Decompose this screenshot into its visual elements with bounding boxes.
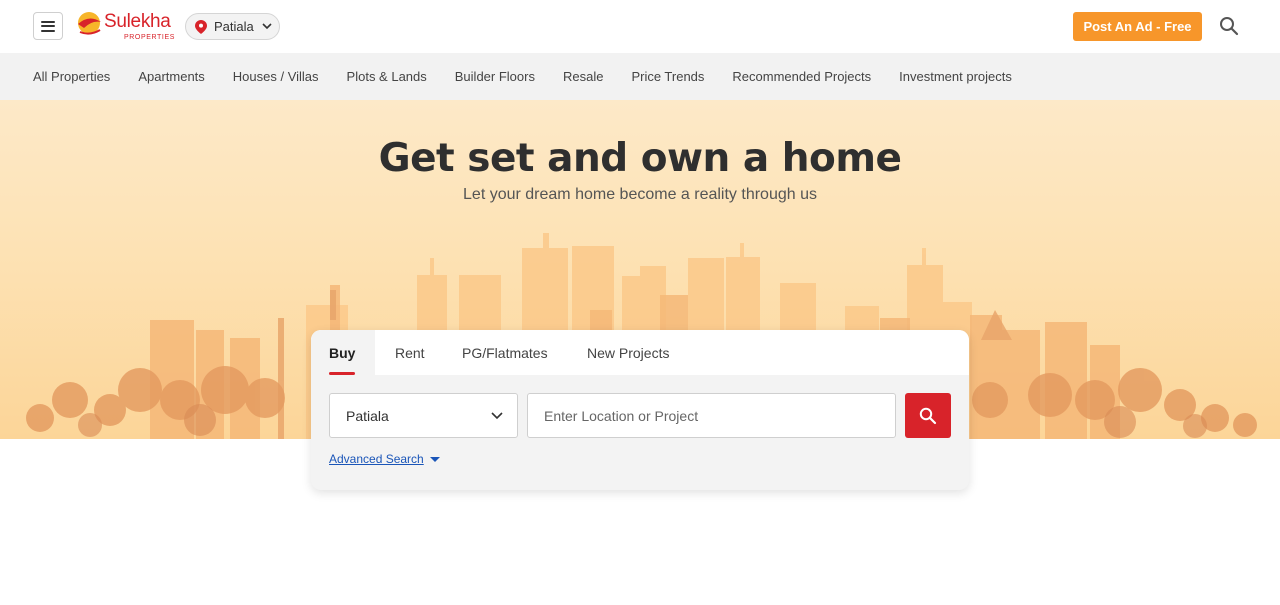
nav-all-properties[interactable]: All Properties: [33, 69, 110, 84]
category-nav: All Properties Apartments Houses / Villa…: [0, 53, 1280, 100]
tab-buy[interactable]: Buy: [311, 330, 375, 375]
menu-icon: [41, 20, 55, 32]
nav-resale[interactable]: Resale: [563, 69, 603, 84]
logo-name: Sulekha: [104, 11, 171, 32]
tab-rent[interactable]: Rent: [375, 330, 462, 375]
search-icon[interactable]: [1219, 16, 1239, 36]
hero-title: Get set and own a home: [378, 136, 902, 181]
nav-price-trends[interactable]: Price Trends: [631, 69, 704, 84]
logo-mark-icon: [78, 12, 101, 35]
search-submit-button[interactable]: [905, 393, 951, 438]
nav-recommended-projects[interactable]: Recommended Projects: [732, 69, 871, 84]
nav-investment-projects[interactable]: Investment projects: [899, 69, 1012, 84]
top-header: Sulekha PROPERTIES Patiala Post An Ad - …: [0, 0, 1280, 53]
advanced-search-label: Advanced Search: [329, 452, 424, 466]
location-pin-icon: [195, 19, 207, 34]
chevron-down-icon: [262, 23, 272, 30]
city-dropdown[interactable]: Patiala: [329, 393, 518, 438]
nav-houses-villas[interactable]: Houses / Villas: [233, 69, 319, 84]
logo[interactable]: Sulekha PROPERTIES: [76, 8, 176, 44]
search-icon: [919, 407, 937, 424]
menu-button[interactable]: [33, 12, 63, 40]
city-label: Patiala: [214, 19, 254, 34]
post-ad-button[interactable]: Post An Ad - Free: [1073, 12, 1202, 41]
city-selector[interactable]: Patiala: [185, 13, 280, 40]
tab-pg-flatmates[interactable]: PG/Flatmates: [462, 330, 587, 375]
search-card: Buy Rent PG/Flatmates New Projects Patia…: [311, 330, 969, 490]
caret-down-icon: [429, 456, 440, 462]
hero-subtitle: Let your dream home become a reality thr…: [463, 186, 817, 203]
nav-builder-floors[interactable]: Builder Floors: [455, 69, 535, 84]
nav-apartments[interactable]: Apartments: [138, 69, 204, 84]
nav-plots-lands[interactable]: Plots & Lands: [347, 69, 427, 84]
chevron-down-icon: [491, 412, 503, 420]
logo-subtitle: PROPERTIES: [124, 34, 175, 41]
tab-new-projects[interactable]: New Projects: [587, 330, 707, 375]
advanced-search-link[interactable]: Advanced Search: [329, 452, 440, 466]
city-dropdown-value: Patiala: [346, 407, 389, 424]
search-tabs: Buy Rent PG/Flatmates New Projects: [311, 330, 969, 375]
location-search-input[interactable]: [527, 393, 896, 438]
